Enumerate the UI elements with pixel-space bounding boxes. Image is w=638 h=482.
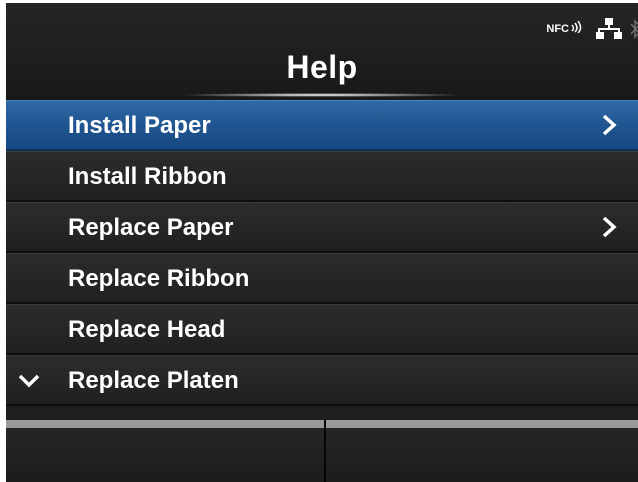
network-icon [596, 18, 622, 39]
printer-screen: NFC Help Install Paper Install Ribbon Re… [6, 3, 638, 482]
menu-item-replace-ribbon[interactable]: Replace Ribbon [6, 253, 638, 304]
menu-item-replace-platen[interactable]: Replace Platen [6, 355, 638, 406]
chevron-right-icon [602, 114, 617, 136]
menu-item-label: Replace Platen [68, 367, 239, 394]
menu-item-replace-paper[interactable]: Replace Paper [6, 202, 638, 253]
nfc-icon: NFC [546, 21, 582, 35]
bluetooth-icon [630, 19, 638, 39]
status-icons: NFC [546, 17, 638, 41]
page-title: Help [286, 49, 358, 85]
nfc-label: NFC [546, 23, 569, 35]
left-softkey[interactable] [6, 420, 324, 482]
menu-item-label: Replace Head [68, 316, 226, 343]
softkey-bar [6, 420, 638, 482]
help-menu: Install Paper Install Ribbon Replace Pap… [6, 100, 638, 406]
chevron-right-icon [602, 216, 617, 238]
menu-item-label: Replace Ribbon [68, 265, 250, 292]
menu-item-replace-head[interactable]: Replace Head [6, 304, 638, 355]
menu-item-install-paper[interactable]: Install Paper [6, 100, 638, 151]
menu-item-label: Install Ribbon [68, 163, 227, 190]
right-softkey[interactable] [326, 420, 638, 482]
header: NFC Help [6, 3, 638, 100]
menu-item-label: Replace Paper [68, 214, 234, 241]
nfc-wave-icon [571, 21, 582, 33]
menu-item-label: Install Paper [68, 112, 211, 139]
chevron-down-icon [18, 374, 40, 388]
menu-item-install-ribbon[interactable]: Install Ribbon [6, 151, 638, 202]
title-underline [176, 93, 466, 97]
